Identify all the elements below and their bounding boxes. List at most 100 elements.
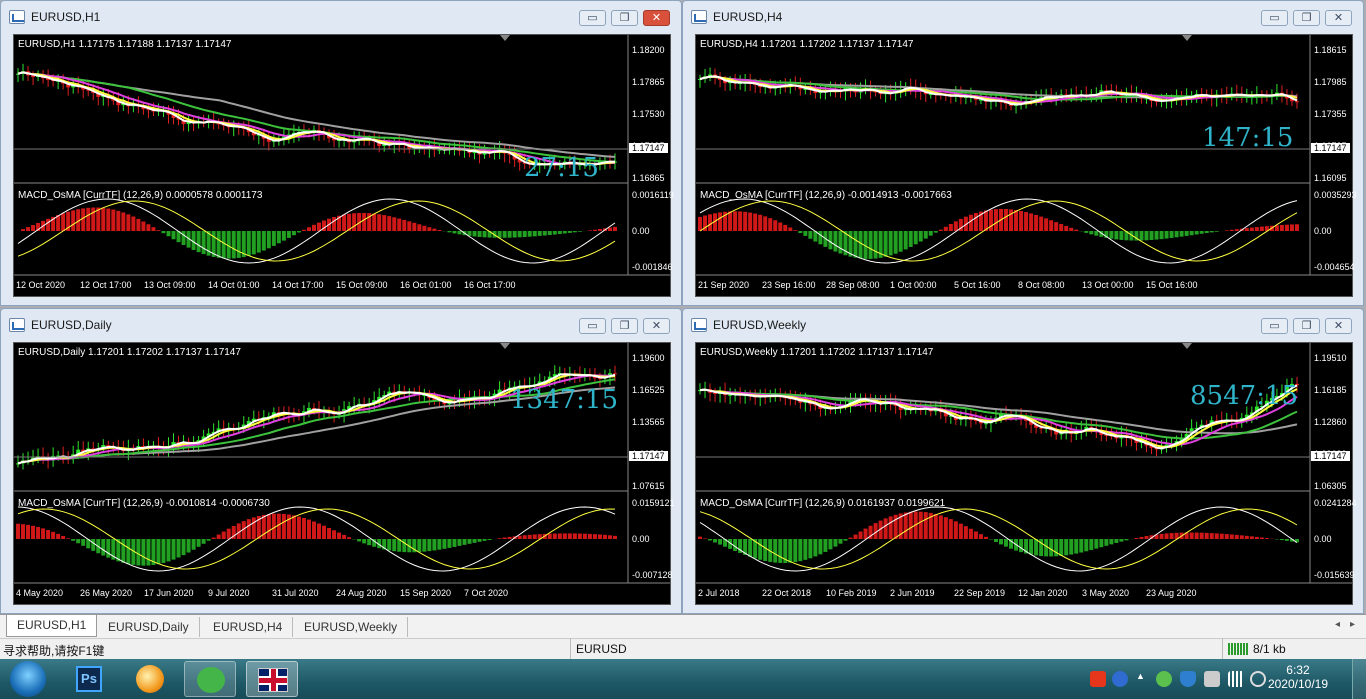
price-tick: 1.17865: [632, 77, 665, 87]
tab-scroll-right-icon[interactable]: ▸: [1350, 619, 1355, 630]
uk-flag-icon: [258, 668, 288, 692]
price-tick: 1.16185: [1314, 385, 1347, 395]
shield-icon[interactable]: [1180, 671, 1196, 687]
tab-eurusd-weekly[interactable]: EURUSD,Weekly: [294, 617, 409, 637]
window-title: EURUSD,Weekly: [713, 318, 807, 332]
close-button[interactable]: ✕: [643, 10, 670, 26]
window-titlebar[interactable]: EURUSD,H4 ▭ ❐ ✕: [683, 1, 1363, 33]
restore-button[interactable]: ❐: [1293, 10, 1320, 26]
browser-icon: [136, 665, 164, 693]
price-tick: 1.06305: [1314, 481, 1347, 491]
chart-window-weekly[interactable]: EURUSD,Weekly ▭ ❐ ✕ EURUSD,Weekly 1.17201 1.…: [682, 308, 1364, 614]
restore-button[interactable]: ❐: [611, 10, 638, 26]
network-icon[interactable]: [1204, 671, 1220, 687]
close-button[interactable]: ✕: [643, 318, 670, 334]
price-tick: 1.19510: [1314, 353, 1347, 363]
chart-window-daily[interactable]: EURUSD,Daily ▭ ❐ ✕ EURUSD,Daily 1.17201 1.17…: [0, 308, 682, 614]
price-tick: 1.19600: [632, 353, 665, 363]
scroll-marker-icon[interactable]: [1182, 343, 1192, 349]
date-tick: 2 Jul 2018: [698, 588, 740, 598]
chart-canvas[interactable]: EURUSD,H4 1.17201 1.17202 1.17137 1.1714…: [695, 34, 1357, 297]
moving-average-yellow: [699, 75, 1298, 105]
signal-icon[interactable]: [1228, 671, 1244, 687]
tab-eurusd-h4[interactable]: EURUSD,H4: [203, 617, 294, 637]
tray-expand-icon[interactable]: ▲: [1136, 671, 1146, 687]
macd-label: MACD_OsMA [CurrTF] (12,26,9) 0.0161937 0…: [700, 498, 946, 509]
volume-muted-icon[interactable]: [1250, 671, 1266, 687]
macd-scale-tick: -0.015639: [1314, 570, 1355, 580]
countdown-timer: 147:15: [1202, 123, 1294, 153]
start-orb-icon[interactable]: [10, 661, 46, 697]
status-help-text: 寻求帮助,请按F1键: [3, 644, 105, 658]
date-tick: 5 Oct 16:00: [954, 280, 1001, 290]
window-titlebar[interactable]: EURUSD,Daily ▭ ❐ ✕: [1, 309, 681, 341]
close-button[interactable]: ✕: [1325, 318, 1352, 334]
restore-button[interactable]: ❐: [1293, 318, 1320, 334]
price-tick: 1.17355: [1314, 109, 1347, 119]
chart-canvas[interactable]: EURUSD,Daily 1.17201 1.17202 1.17137 1.1…: [13, 342, 675, 605]
price-chart-svg[interactable]: [14, 343, 670, 604]
price-chart-svg[interactable]: [696, 35, 1352, 296]
date-tick: 12 Oct 17:00: [80, 280, 132, 290]
minimize-button[interactable]: ▭: [1261, 318, 1288, 334]
date-tick: 7 Oct 2020: [464, 588, 509, 598]
restore-button[interactable]: ❐: [611, 318, 638, 334]
sogou-ime-icon[interactable]: [1090, 671, 1106, 687]
date-tick: 14 Oct 01:00: [208, 280, 260, 290]
price-tick: 1.18615: [1314, 45, 1347, 55]
window-title: EURUSD,H4: [713, 10, 783, 24]
browser-taskbar-button[interactable]: [124, 661, 176, 697]
minimize-button[interactable]: ▭: [1261, 10, 1288, 26]
macd-label: MACD_OsMA [CurrTF] (12,26,9) 0.0000578 0…: [18, 190, 263, 201]
date-tick: 16 Oct 17:00: [464, 280, 516, 290]
wechat-taskbar-button[interactable]: [184, 661, 236, 697]
date-tick: 23 Aug 2020: [1146, 588, 1197, 598]
window-titlebar[interactable]: EURUSD,Weekly ▭ ❐ ✕: [683, 309, 1363, 341]
moving-average-white: [17, 71, 615, 166]
macd-scale-tick: 0.0241284: [1314, 498, 1357, 508]
show-desktop-button[interactable]: [1352, 659, 1366, 699]
macd-scale-tick: -0.004654: [1314, 262, 1355, 272]
mdi-workspace: EURUSD,H1 ▭ ❐ ✕ EURUSD,H1 1.17175 1.17188 1.…: [0, 0, 1366, 614]
current-price-tag: 1.17147: [1311, 143, 1350, 153]
price-tick: 1.18200: [632, 45, 665, 55]
chart-info-label: EURUSD,Daily 1.17201 1.17202 1.17137 1.1…: [18, 347, 241, 358]
window-titlebar[interactable]: EURUSD,H1 ▭ ❐ ✕: [1, 1, 681, 33]
date-tick: 13 Oct 09:00: [144, 280, 196, 290]
wechat-icon: [197, 667, 225, 693]
scroll-marker-icon[interactable]: [500, 343, 510, 349]
wechat-tray-icon[interactable]: [1156, 671, 1172, 687]
date-tick: 31 Jul 2020: [272, 588, 319, 598]
date-tick: 3 May 2020: [1082, 588, 1130, 598]
scroll-marker-icon[interactable]: [1182, 35, 1192, 41]
photoshop-taskbar-button[interactable]: Ps: [64, 661, 116, 697]
tab-scroll-left-icon[interactable]: ◂: [1335, 619, 1340, 630]
close-button[interactable]: ✕: [1325, 10, 1352, 26]
countdown-timer: 1347:15: [510, 385, 619, 415]
date-tick: 23 Sep 16:00: [762, 280, 816, 290]
macd-scale-tick: 0.0159121: [632, 498, 675, 508]
tab-eurusd-h1[interactable]: EURUSD,H1: [6, 615, 98, 637]
date-tick: 24 Aug 2020: [336, 588, 387, 598]
photoshop-icon: Ps: [76, 666, 102, 692]
macd-scale-tick: 0.00: [632, 226, 650, 236]
system-clock[interactable]: 6:32 2020/10/19: [1268, 663, 1328, 691]
price-tick: 1.16865: [632, 173, 665, 183]
macd-scale-tick: 0.00: [632, 534, 650, 544]
chart-canvas[interactable]: EURUSD,H1 1.17175 1.17188 1.17137 1.1714…: [13, 34, 674, 297]
minimize-button[interactable]: ▭: [579, 10, 606, 26]
chart-window-h4[interactable]: EURUSD,H4 ▭ ❐ ✕ EURUSD,H4 1.17201 1.17202 1.…: [682, 0, 1364, 306]
chart-window-h1[interactable]: EURUSD,H1 ▭ ❐ ✕ EURUSD,H1 1.17175 1.17188 1.…: [0, 0, 682, 306]
date-tick: 22 Sep 2019: [954, 588, 1006, 598]
status-bar: 寻求帮助,请按F1键 EURUSD 8/1 kb: [0, 638, 1366, 659]
scroll-marker-icon[interactable]: [500, 35, 510, 41]
chart-canvas[interactable]: EURUSD,Weekly 1.17201 1.17202 1.17137 1.…: [695, 342, 1357, 605]
chart-tab-bar: EURUSD,H1 EURUSD,Daily EURUSD,H4 EURUSD,…: [0, 614, 1366, 638]
price-tick: 1.07615: [632, 481, 665, 491]
minimize-button[interactable]: ▭: [579, 318, 606, 334]
date-tick: 2 Jun 2019: [890, 588, 935, 598]
mt4-taskbar-button[interactable]: [246, 661, 298, 697]
help-icon[interactable]: [1112, 671, 1128, 687]
tab-eurusd-daily[interactable]: EURUSD,Daily: [98, 617, 200, 637]
date-tick: 26 May 2020: [80, 588, 133, 598]
